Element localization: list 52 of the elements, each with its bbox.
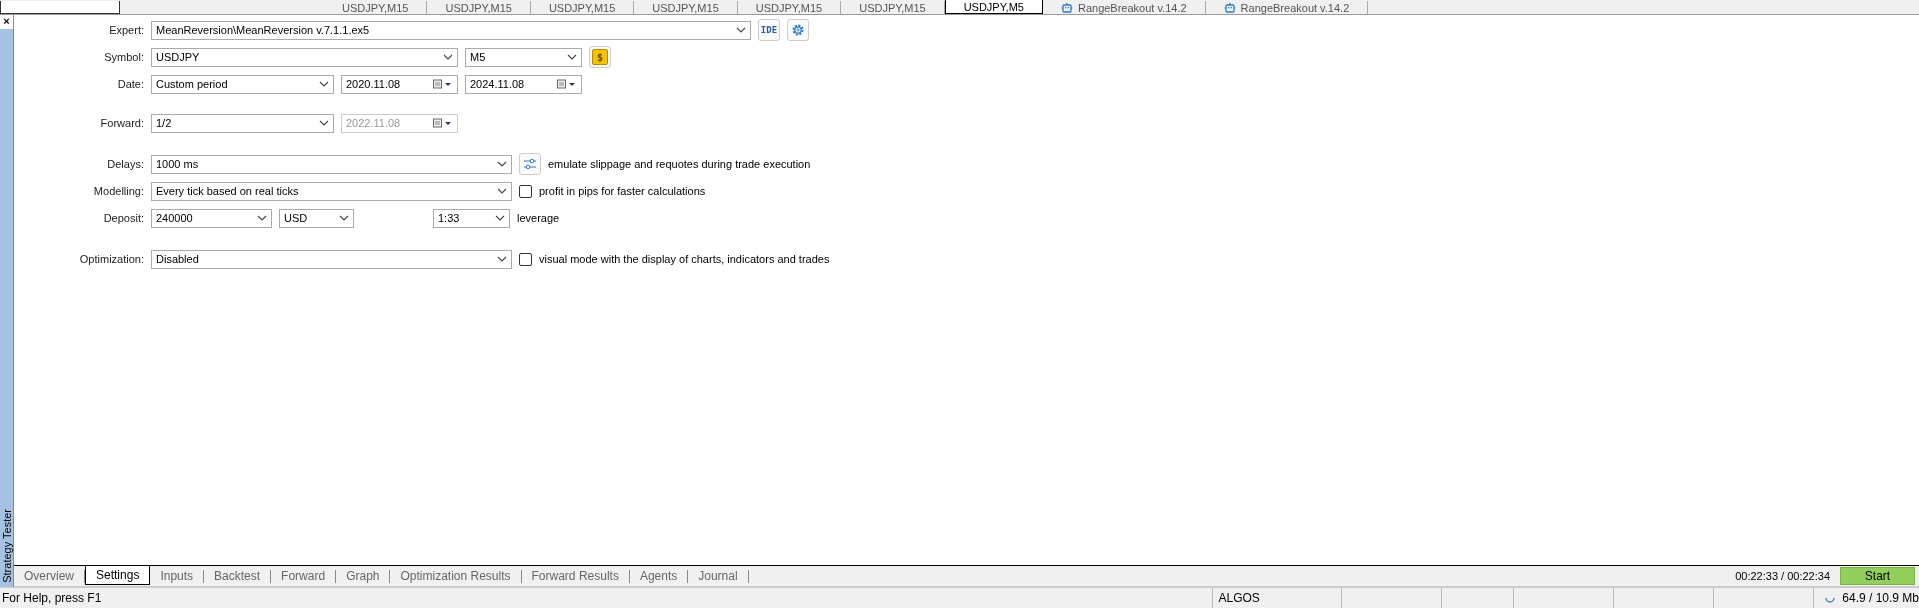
panel-tab[interactable]: Optimization Results [390, 569, 522, 583]
field-label: Modelling: [92, 185, 144, 197]
field-label: Symbol: [103, 51, 144, 63]
close-icon[interactable]: × [3, 15, 10, 27]
leverage-dropdown[interactable]: 1:33 [433, 208, 510, 228]
leverage-label: leverage [517, 212, 560, 224]
currency-dropdown[interactable]: USD [279, 208, 354, 228]
panel-tab[interactable]: Backtest [204, 569, 272, 583]
elapsed-time: 00:22:33 / 00:22:34 [1735, 570, 1830, 582]
chart-tab[interactable]: USDJPY,M15 [841, 1, 945, 14]
start-button[interactable]: Start [1840, 567, 1915, 585]
timeframe-dropdown[interactable]: M5 [465, 47, 582, 67]
panel-tab[interactable]: Forward Results [521, 569, 630, 583]
chart-tab[interactable]: RangeBreakout v.14.2 [1042, 1, 1206, 14]
checkbox-label: profit in pips for faster calculations [539, 185, 706, 197]
status-help-text: For Help, press F1 [1, 591, 103, 605]
chart-tab[interactable]: USDJPY,M15 [324, 1, 428, 14]
field-label: Date: [116, 78, 144, 90]
panel-tab[interactable]: Inputs [150, 569, 205, 583]
panel-tab[interactable]: Forward [271, 569, 337, 583]
optimization-dropdown[interactable]: Disabled [151, 249, 512, 269]
slippage-note: emulate slippage and requotes during trade execution [548, 158, 811, 170]
checkbox-label: visual mode with the display of charts, indicators and trades [539, 253, 830, 265]
delays-dropdown[interactable]: 1000 ms [151, 154, 512, 174]
field-label: Delays: [106, 158, 144, 170]
field-label: Expert: [108, 24, 144, 36]
chart-tab[interactable]: USDJPY,M5 [944, 0, 1043, 14]
period-dropdown[interactable]: Custom period [151, 74, 334, 94]
field-label: Deposit: [102, 212, 144, 224]
chart-tab[interactable]: RangeBreakout v.14.2 [1205, 1, 1369, 14]
chart-tab[interactable]: USDJPY,M15 [427, 1, 531, 14]
field-label: Optimization: [78, 253, 144, 265]
expert-dropdown[interactable]: MeanReversion\MeanReversion v.7.1.1.ex5 [151, 20, 751, 40]
panel-tab[interactable]: Agents [629, 569, 689, 583]
chart-tab[interactable]: USDJPY,M15 [634, 1, 738, 14]
panel-tab[interactable]: Settings [85, 565, 151, 585]
date-field[interactable]: 2024.11.08 [465, 74, 582, 94]
field-label: Forward: [99, 117, 144, 129]
deposit-dropdown[interactable]: 240000 [151, 208, 272, 228]
panel-tab[interactable]: Graph [336, 569, 391, 583]
forward-dropdown[interactable]: 1/2 [151, 113, 334, 133]
panel-tab[interactable]: Journal [688, 569, 749, 583]
chart-tab[interactable]: USDJPY,M15 [530, 1, 635, 14]
currency-button[interactable]: $ [589, 46, 611, 68]
account-name: ALGOS [1211, 588, 1342, 608]
symbol-dropdown[interactable]: USDJPY [151, 47, 458, 67]
panel-title: Strategy Tester [0, 508, 13, 585]
date-field[interactable]: 2020.11.08 [341, 74, 458, 94]
chart-tab[interactable]: USDJPY,M15 [737, 1, 842, 14]
memory-usage: 64.9 / 10.9 Mb [1842, 591, 1919, 605]
modelling-dropdown[interactable]: Every tick based on real ticks [151, 181, 512, 201]
ide-button[interactable]: IDE [758, 19, 780, 41]
